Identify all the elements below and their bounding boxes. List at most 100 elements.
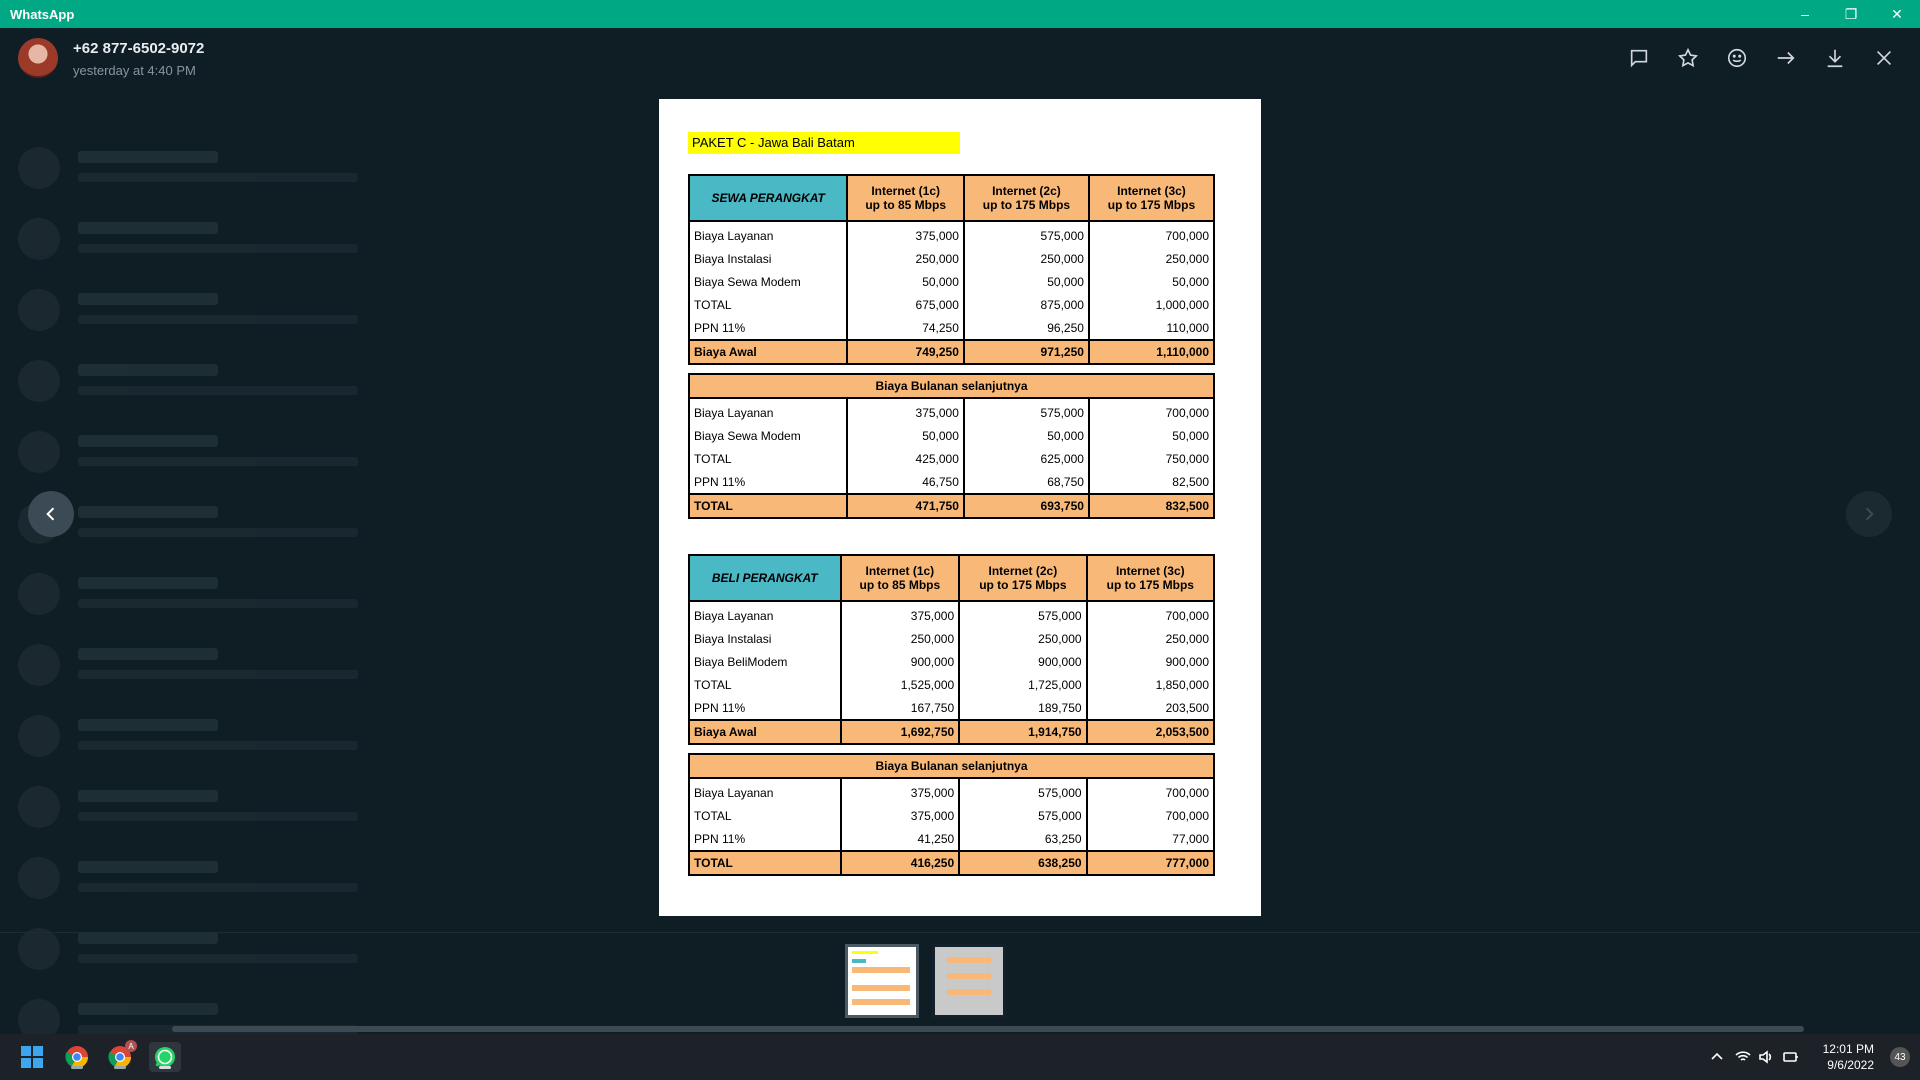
- horizontal-scrollbar[interactable]: [172, 1026, 1804, 1032]
- beli-table: BELI PERANGKAT Internet (1c) up to 85 Mbp…: [688, 554, 1216, 876]
- row-label: Biaya Layanan: [688, 601, 842, 627]
- contact-name[interactable]: +62 877-6502-9072: [73, 40, 204, 57]
- price-cell: 425,000: [846, 447, 965, 470]
- close-viewer-button[interactable]: [1859, 38, 1908, 78]
- row-label: Biaya Sewa Modem: [687, 270, 849, 293]
- background-chat-row: [18, 285, 618, 345]
- volume-button[interactable]: [1757, 1048, 1775, 1066]
- table-row: TOTAL 1,525,000 1,725,000 1,850,000: [688, 673, 1216, 696]
- price-cell: 575,000: [958, 601, 1088, 627]
- table-row: Biaya Layanan 375,000 575,000 700,000: [688, 601, 1216, 627]
- price-cell: 50,000: [962, 270, 1090, 293]
- price-cell: 41,250: [839, 827, 961, 851]
- price-cell: 250,000: [958, 627, 1088, 650]
- row-label: Biaya Layanan: [688, 778, 842, 804]
- background-chat-row: [18, 569, 618, 629]
- table-row: PPN 11% 74,250 96,250 110,000: [687, 316, 1216, 340]
- windows-start-button[interactable]: [17, 1042, 47, 1072]
- speaker-icon: [1759, 1050, 1772, 1064]
- background-chat-row: [18, 143, 618, 203]
- table-row: TOTAL 375,000 575,000 700,000: [688, 804, 1216, 827]
- table-header-row: BELI PERANGKAT Internet (1c) up to 85 Mbp…: [688, 554, 1216, 602]
- notification-badge[interactable]: 43: [1890, 1047, 1910, 1067]
- row-label: Biaya Awal: [688, 719, 842, 745]
- plan-column-header: Internet (3c) up to 175 Mbps: [1085, 554, 1216, 602]
- price-cell: 250,000: [1085, 627, 1216, 650]
- avatar[interactable]: [18, 38, 58, 78]
- clock-time: 12:01 PM: [1822, 1042, 1874, 1056]
- react-button[interactable]: [1712, 38, 1761, 78]
- restore-button[interactable]: ❐: [1828, 0, 1874, 28]
- background-chat-row: [18, 640, 618, 700]
- show-hidden-icons-button[interactable]: [1708, 1048, 1726, 1066]
- table-row: Biaya Instalasi 250,000 250,000 250,000: [687, 247, 1216, 270]
- monthly-total-row: TOTAL 416,250 638,250 777,000: [688, 850, 1216, 876]
- table-row: TOTAL 425,000 625,000 750,000: [687, 447, 1216, 470]
- taskbar-clock[interactable]: 12:01 PM 9/6/2022: [1823, 1041, 1874, 1073]
- price-cell: 693,750: [962, 493, 1090, 519]
- battery-button[interactable]: [1782, 1048, 1800, 1066]
- chevron-up-icon: [1711, 1052, 1723, 1060]
- row-label: Biaya Awal: [687, 339, 849, 365]
- table-row: PPN 11% 167,750 189,750 203,500: [688, 696, 1216, 720]
- previous-media-button[interactable]: [28, 491, 74, 537]
- table-row: Biaya Layanan 375,000 575,000 700,000: [687, 221, 1216, 247]
- monthly-header-row: Biaya Bulanan selanjutnya: [688, 753, 1215, 779]
- reply-icon: [1630, 49, 1647, 68]
- window-titlebar: WhatsApp – ❐ ✕: [0, 0, 1920, 28]
- price-cell: 675,000: [846, 293, 965, 316]
- price-cell: 1,914,750: [958, 719, 1088, 745]
- chrome-profile-taskbar-button[interactable]: A: [105, 1040, 137, 1072]
- price-cell: 900,000: [958, 650, 1088, 673]
- thumbnail-2[interactable]: [932, 944, 1006, 1018]
- background-chat-row: [18, 427, 618, 487]
- row-label: TOTAL: [688, 850, 842, 876]
- price-cell: 50,000: [846, 270, 965, 293]
- price-cell: 750,000: [1087, 447, 1216, 470]
- price-cell: 77,000: [1085, 827, 1216, 851]
- wifi-button[interactable]: [1734, 1048, 1752, 1066]
- sewa-table: SEWA PERANGKAT Internet (1c) up to 85 Mbp…: [687, 174, 1216, 519]
- price-cell: 700,000: [1085, 804, 1216, 827]
- chrome-taskbar-button[interactable]: [62, 1042, 92, 1072]
- monthly-header-row: Biaya Bulanan selanjutnya: [688, 373, 1215, 399]
- running-indicator: [114, 1066, 126, 1069]
- download-button[interactable]: [1810, 38, 1859, 78]
- clock-date: 9/6/2022: [1827, 1058, 1874, 1072]
- row-label: PPN 11%: [688, 827, 842, 851]
- plan-column-header: Internet (2c) up to 175 Mbps: [962, 174, 1090, 222]
- windows-taskbar: A 12:01 PM 9/6/2022 43: [0, 1034, 1920, 1080]
- star-button[interactable]: [1663, 38, 1712, 78]
- whatsapp-taskbar-button[interactable]: [149, 1042, 181, 1072]
- plan-column-header: Internet (1c) up to 85 Mbps: [846, 174, 965, 222]
- price-cell: 250,000: [1087, 247, 1216, 270]
- thumbnail-1[interactable]: [845, 944, 919, 1018]
- window-close-button[interactable]: ✕: [1874, 0, 1920, 28]
- app-title: WhatsApp: [10, 6, 75, 22]
- minimize-button[interactable]: –: [1782, 0, 1828, 28]
- price-cell: 189,750: [958, 696, 1088, 720]
- table-header-row: SEWA PERANGKAT Internet (1c) up to 85 Mbp…: [687, 174, 1216, 222]
- table-row: Biaya BeliModem 900,000 900,000 900,000: [688, 650, 1216, 673]
- price-cell: 1,525,000: [839, 673, 961, 696]
- price-cell: 250,000: [846, 247, 965, 270]
- next-media-button[interactable]: [1846, 491, 1892, 537]
- category-header: BELI PERANGKAT: [688, 554, 842, 602]
- price-cell: 1,110,000: [1087, 339, 1216, 365]
- row-label: TOTAL: [687, 447, 849, 470]
- thumbnail-strip: [0, 932, 1920, 1025]
- price-cell: 74,250: [846, 316, 965, 340]
- price-cell: 46,750: [846, 470, 965, 494]
- price-cell: 167,750: [839, 696, 961, 720]
- price-cell: 50,000: [962, 424, 1090, 447]
- battery-icon: [1783, 1052, 1798, 1062]
- table-row: Biaya Sewa Modem 50,000 50,000 50,000: [687, 270, 1216, 293]
- initial-cost-row: Biaya Awal 749,250 971,250 1,110,000: [687, 339, 1216, 365]
- reply-button[interactable]: [1614, 38, 1663, 78]
- row-label: Biaya Layanan: [687, 398, 849, 424]
- table-row: TOTAL 675,000 875,000 1,000,000: [687, 293, 1216, 316]
- price-cell: 971,250: [962, 339, 1090, 365]
- forward-button[interactable]: [1761, 38, 1810, 78]
- price-cell: 625,000: [962, 447, 1090, 470]
- package-title: PAKET C - Jawa Bali Batam: [688, 132, 960, 154]
